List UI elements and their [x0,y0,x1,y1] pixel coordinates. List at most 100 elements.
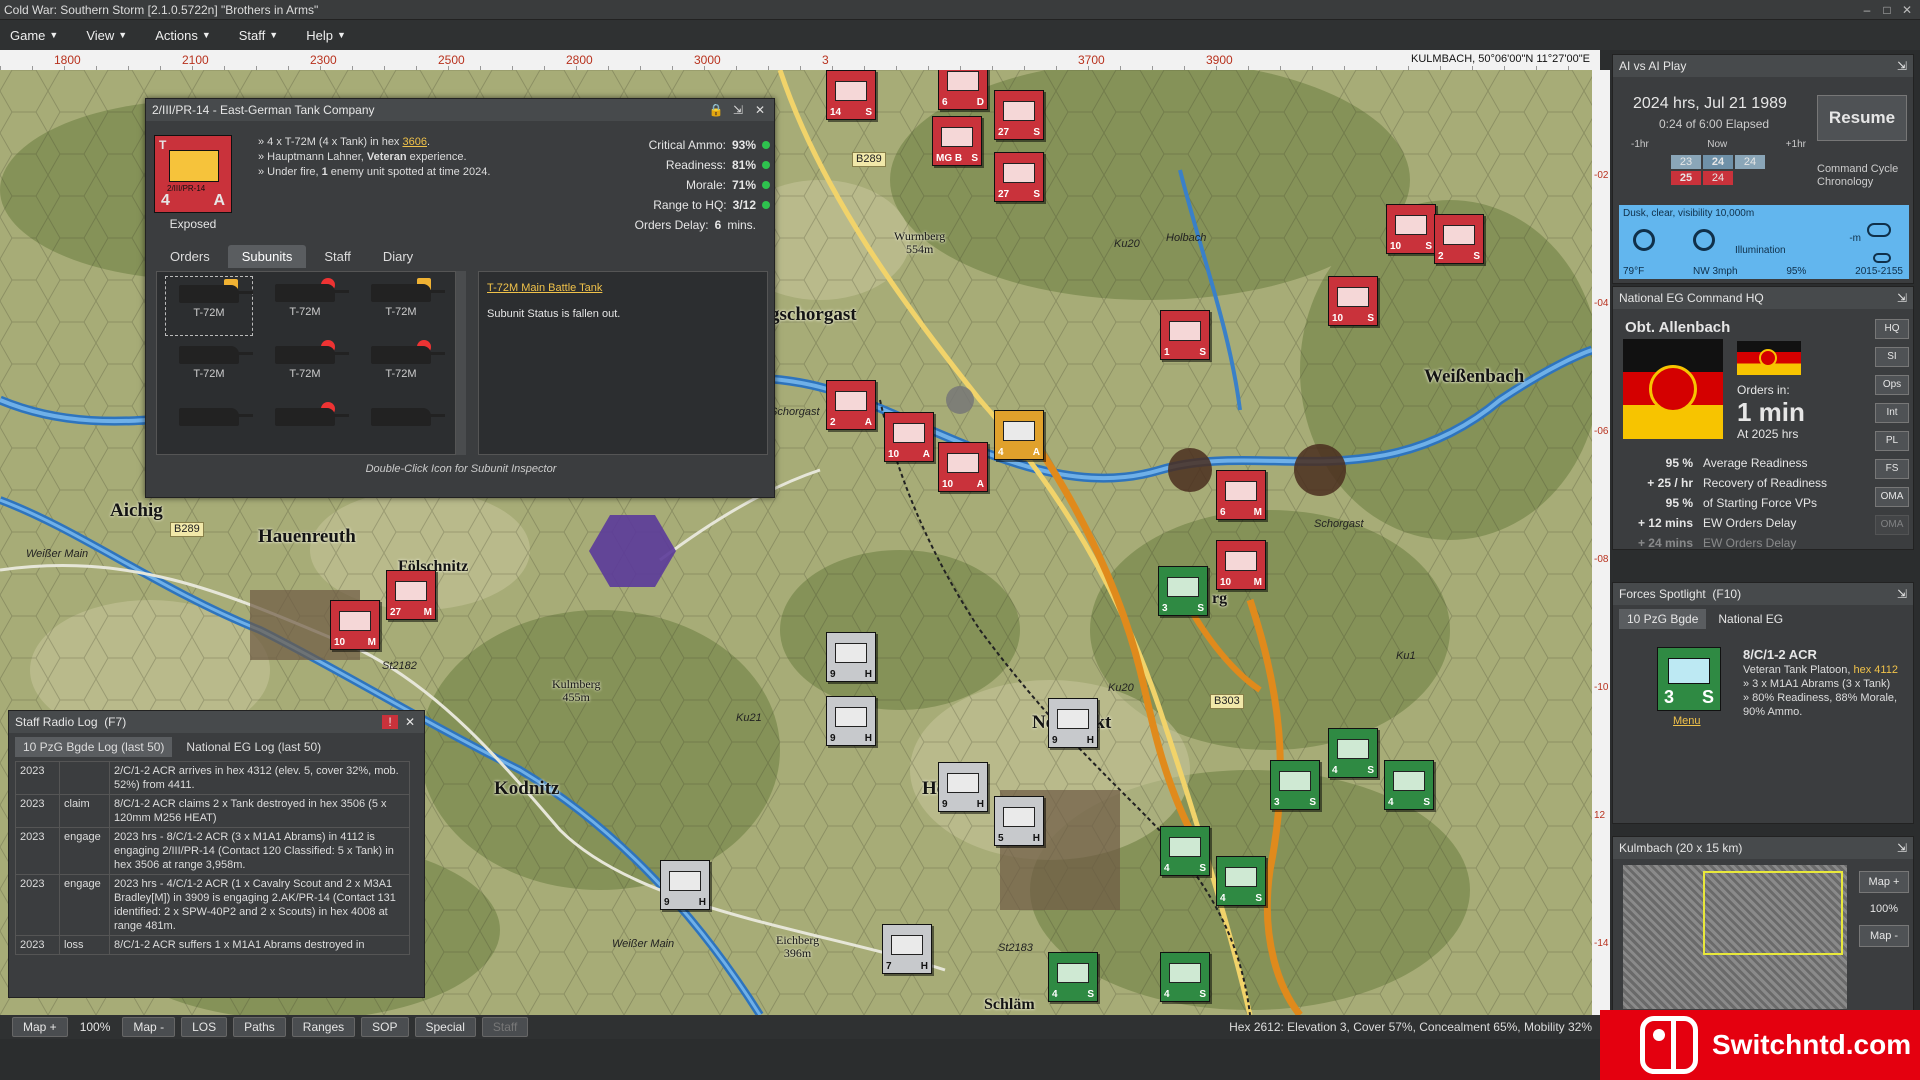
pin-icon[interactable]: ⇲ [1897,841,1907,855]
unit-counter[interactable]: 10 A [884,412,934,462]
table-row[interactable]: 2023 claim 8/C/1-2 ACR claims 2 x Tank des… [15,794,410,828]
ops-button[interactable]: Ops [1875,375,1909,395]
paths-button[interactable]: Paths [233,1017,286,1037]
unit-counter[interactable]: 3S [1270,760,1320,810]
table-row[interactable]: 2023 2/C/1-2 ACR arrives in hex 4312 (ele… [15,761,410,795]
unit-counter[interactable]: 6D [938,70,988,110]
pin-icon[interactable]: ⇲ [1897,587,1907,601]
map-zoom-in-button[interactable]: Map + [1859,871,1909,893]
unit-counter[interactable]: 4S [1160,952,1210,1002]
menu-view[interactable]: View ▼ [86,28,127,43]
unit-counter[interactable]: 14 S [826,70,876,120]
unit-counter[interactable]: 10 M [330,600,380,650]
pl-button[interactable]: PL [1875,431,1909,451]
subunit-type-link[interactable]: T-72M [487,282,518,294]
tab-subunits[interactable]: Subunits [227,245,307,268]
close-icon[interactable]: ✕ [402,715,418,729]
unit-counter[interactable]: 27 M [386,570,436,620]
menu-actions[interactable]: Actions ▼ [155,28,211,43]
map-zoom-out-button[interactable]: Map - [1859,925,1909,947]
unit-counter[interactable]: 10 S [1328,276,1378,326]
lock-icon[interactable]: 🔒 [708,103,724,117]
special-button[interactable]: Special [414,1017,476,1037]
unit-counter[interactable]: 4S [1160,826,1210,876]
sop-button[interactable]: SOP [361,1017,409,1037]
unit-counter[interactable]: 9H [660,860,710,910]
unit-counter[interactable]: 4S [1328,728,1378,778]
unit-counter[interactable]: MG BS [932,116,982,166]
oma-button[interactable]: OMA [1875,487,1909,507]
subunit-item[interactable]: T-72M [261,276,349,336]
unit-menu-link[interactable]: Menu [1673,715,1701,727]
table-row[interactable]: 2023 loss 8/C/1-2 ACR suffers 1 x M1A1 Abr… [15,935,410,955]
unit-counter[interactable]: 9H [826,696,876,746]
subunit-item[interactable]: T-72M [357,338,445,398]
resume-button[interactable]: Resume [1817,95,1907,141]
watermark: Switchntd.com [1600,1010,1920,1080]
unit-counter[interactable]: 6M [1216,470,1266,520]
maximize-button[interactable]: □ [1880,3,1894,17]
int-button[interactable]: Int [1875,403,1909,423]
tab-national-eg[interactable]: National EG [1710,609,1791,629]
unit-counter[interactable]: 1S [1160,310,1210,360]
hex-link[interactable]: 3606 [403,136,427,148]
table-row[interactable]: 2023 engage 2023 hrs - 8/C/1-2 ACR (3 x M1… [15,827,410,875]
tab-10-pzg-log[interactable]: 10 PzG Bgde Log (last 50) [15,737,173,757]
si-button[interactable]: SI [1875,347,1909,367]
unit-counter[interactable]: 4S [1384,760,1434,810]
tab-orders[interactable]: Orders [156,245,224,268]
minimize-button[interactable]: – [1860,3,1874,17]
pin-icon[interactable]: ⇲ [1897,291,1907,305]
subunit-grid: T-72M T-72M T-72M T-72M T-72M T-72M [156,271,456,455]
map-zoom-in-button[interactable]: Map + [12,1017,68,1037]
hq-button[interactable]: HQ [1875,319,1909,339]
unit-counter[interactable]: 2A [826,380,876,430]
unit-counter[interactable]: 4S [1048,952,1098,1002]
table-row[interactable]: 2023 engage 2023 hrs - 4/C/1-2 ACR (1 x Ca… [15,874,410,936]
subunit-item[interactable]: T-72M [165,276,253,336]
menu-staff[interactable]: Staff ▼ [239,28,278,43]
subunit-item[interactable]: T-72M [165,338,253,398]
subunit-scrollbar[interactable] [456,271,466,455]
unit-counter[interactable]: 2S [1434,214,1484,264]
selected-unit-counter[interactable]: 4A [994,410,1044,460]
subunit-item[interactable] [165,400,253,450]
unit-counter[interactable]: 5H [994,796,1044,846]
menu-help[interactable]: Help ▼ [306,28,346,43]
tab-national-eg-log[interactable]: National EG Log (last 50) [178,737,329,757]
unit-counter[interactable]: 10 A [938,442,988,492]
close-icon[interactable]: ✕ [752,103,768,117]
pin-icon[interactable]: ⇲ [1897,59,1907,73]
unit-counter[interactable]: 10 S [1386,204,1436,254]
hex-link[interactable]: hex 4112 [1854,664,1898,676]
tab-10-pzg-bgde[interactable]: 10 PzG Bgde [1619,609,1707,629]
tab-diary[interactable]: Diary [369,245,427,268]
unit-counter[interactable]: 9H [826,632,876,682]
oma-button[interactable]: OMA [1875,515,1909,535]
staff-button[interactable]: Staff [481,1017,529,1037]
minimap[interactable] [1623,865,1847,1009]
map-zoom-out-button[interactable]: Map - [122,1017,176,1037]
unit-counter[interactable]: 4S [1216,856,1266,906]
los-button[interactable]: LOS [181,1017,228,1037]
close-button[interactable]: ✕ [1900,3,1914,17]
unit-counter[interactable]: 3 S [1657,647,1721,711]
subunit-item[interactable] [357,400,445,450]
unit-counter[interactable]: 3S [1158,566,1208,616]
unit-counter[interactable]: 10 M [1216,540,1266,590]
pin-icon[interactable]: ⇲ [730,103,746,117]
fs-button[interactable]: FS [1875,459,1909,479]
unit-counter[interactable]: 7H [882,924,932,974]
subunit-item[interactable] [261,400,349,450]
unit-counter[interactable]: 27 S [994,90,1044,140]
ranges-button[interactable]: Ranges [291,1017,356,1037]
tab-staff[interactable]: Staff [310,245,365,268]
unit-counter[interactable]: 9H [938,762,988,812]
unit-counter[interactable]: 27 S [994,152,1044,202]
unit-counter[interactable]: 9H [1048,698,1098,748]
alert-icon[interactable]: ! [382,715,398,729]
menu-game[interactable]: Game ▼ [10,28,58,43]
minimap-viewport[interactable] [1703,871,1843,955]
subunit-item[interactable]: T-72M [357,276,445,336]
subunit-item[interactable]: T-72M [261,338,349,398]
